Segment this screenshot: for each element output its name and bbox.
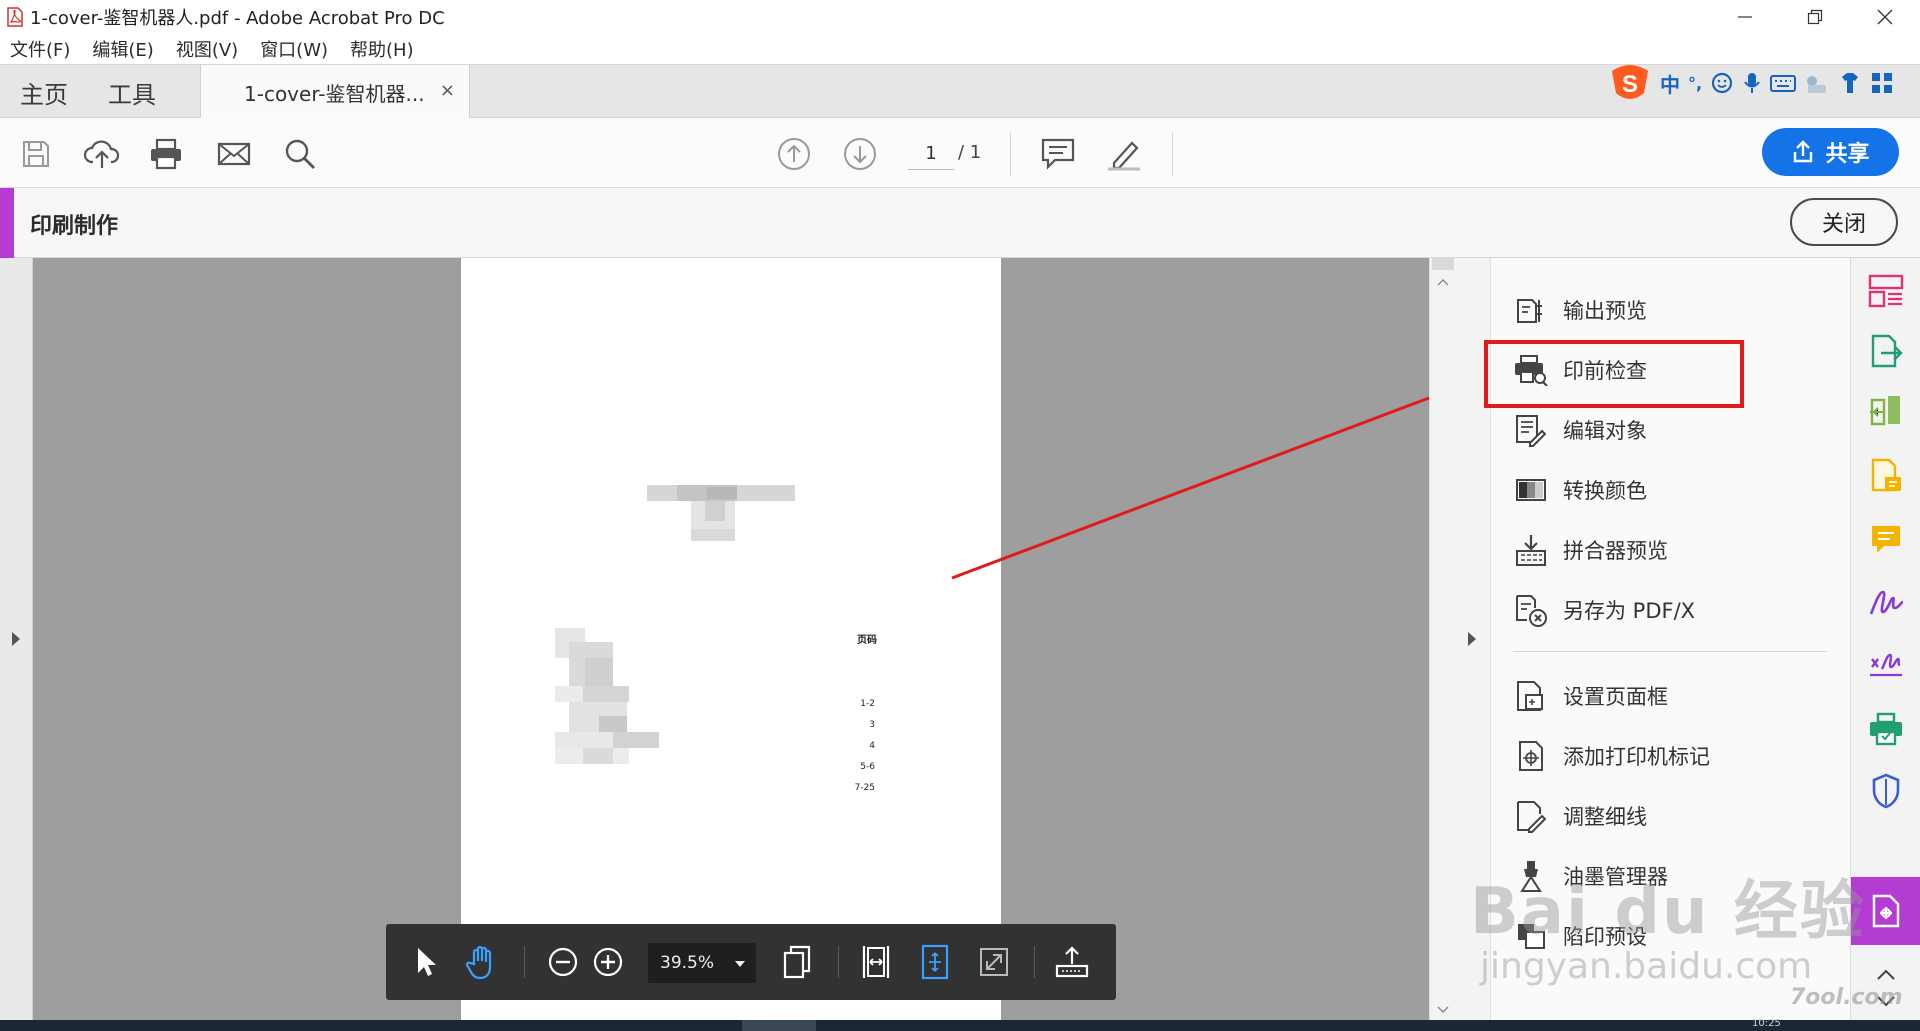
os-taskbar: 10:25	[0, 1018, 1920, 1031]
tool-fix-hairlines[interactable]: 调整细线	[1513, 796, 1803, 836]
tool-label: 添加打印机标记	[1563, 745, 1710, 769]
upload-tray-icon	[1055, 946, 1089, 978]
rail-export-pdf[interactable]	[1865, 330, 1907, 372]
toolbar-divider	[1034, 946, 1035, 978]
output-preview-icon	[1513, 292, 1549, 328]
shield-icon	[1872, 773, 1900, 809]
tool-set-page-boxes[interactable]: 设置页面框	[1513, 676, 1803, 716]
preflight-highlight-box	[1484, 340, 1744, 408]
print-production-active-icon	[1872, 894, 1900, 928]
export-pdf-icon	[1871, 334, 1903, 368]
select-tool-button[interactable]	[406, 942, 446, 982]
hand-icon	[465, 945, 492, 980]
rail-active-print-production[interactable]	[1865, 890, 1907, 932]
toolbar-divider	[838, 946, 839, 978]
zoom-level-select[interactable]: 39.5%	[648, 943, 756, 983]
tool-flattener-preview[interactable]: 拼合器预览	[1513, 530, 1803, 570]
save-as-pdfx-icon	[1513, 592, 1549, 628]
chevron-down-icon	[735, 961, 745, 967]
comment-bubble-icon	[1872, 526, 1900, 553]
tool-label: 编辑对象	[1563, 419, 1647, 443]
tool-label: 转换颜色	[1563, 479, 1647, 503]
fit-width-button[interactable]	[856, 942, 896, 982]
fit-page-icon	[921, 944, 949, 980]
floating-view-toolbar: 39.5%	[386, 924, 1116, 1000]
tool-label: 调整细线	[1563, 805, 1647, 829]
flattener-preview-icon	[1513, 532, 1549, 568]
tool-add-printer-marks[interactable]: 添加打印机标记	[1513, 736, 1803, 776]
convert-colors-icon	[1513, 472, 1549, 508]
set-page-boxes-icon	[1513, 678, 1549, 714]
copy-pages-icon	[783, 945, 811, 979]
rail-protect[interactable]	[1865, 770, 1907, 812]
tool-label: 油墨管理器	[1563, 865, 1668, 889]
organize-pages-icon	[1868, 274, 1904, 308]
hand-tool-button[interactable]	[462, 942, 502, 982]
rail-send-for-signature[interactable]	[1865, 642, 1907, 684]
rail-comment[interactable]	[1865, 518, 1907, 560]
edit-object-icon	[1513, 412, 1549, 448]
tool-label: 另存为 PDF/X	[1563, 599, 1696, 623]
tools-divider	[1513, 651, 1827, 652]
taskbar-clock: 10:25	[1752, 1018, 1781, 1029]
vertical-scrollbar[interactable]	[1429, 258, 1455, 1020]
tool-edit-object[interactable]: 编辑对象	[1513, 410, 1803, 450]
rail-edit-pdf[interactable]	[1865, 454, 1907, 496]
toolbar-divider	[524, 946, 525, 978]
rail-print-production[interactable]	[1865, 708, 1907, 750]
tool-ink-manager[interactable]: 油墨管理器	[1513, 856, 1803, 896]
signature-pen-icon	[1869, 590, 1904, 615]
scroll-down-icon[interactable]	[1437, 1006, 1449, 1014]
edit-pdf-icon	[1871, 458, 1901, 492]
tool-label: 陷印预设	[1563, 925, 1647, 949]
zoom-in-icon	[593, 947, 623, 977]
arrow-cursor-icon	[418, 948, 436, 976]
fix-hairlines-icon	[1513, 798, 1549, 834]
fit-page-button[interactable]	[915, 942, 955, 982]
share-link-button[interactable]	[1052, 942, 1092, 982]
tool-label: 设置页面框	[1563, 685, 1668, 709]
tool-trap-presets[interactable]: 陷印预设	[1513, 916, 1803, 956]
send-signature-icon	[1870, 653, 1902, 677]
zoom-out-icon	[548, 947, 578, 977]
fit-width-icon	[862, 946, 890, 978]
tool-label: 拼合器预览	[1563, 539, 1668, 563]
zoom-in-button[interactable]	[588, 942, 628, 982]
tool-save-as-pdfx[interactable]: 另存为 PDF/X	[1513, 590, 1803, 630]
zoom-level-value: 39.5%	[660, 953, 715, 973]
taskbar-active-app[interactable]	[742, 1020, 816, 1031]
zoom-out-button[interactable]	[543, 942, 583, 982]
tool-output-preview[interactable]: 输出预览	[1513, 290, 1803, 330]
expand-icon	[980, 948, 1008, 976]
print-production-icon	[1870, 712, 1902, 746]
full-screen-button[interactable]	[974, 942, 1014, 982]
rail-fill-sign[interactable]	[1865, 580, 1907, 622]
scroll-up-icon[interactable]	[1437, 278, 1449, 286]
right-tool-rail	[1850, 258, 1920, 1020]
tool-label: 输出预览	[1563, 299, 1647, 323]
page-display-button[interactable]	[778, 942, 818, 982]
add-printer-marks-icon	[1513, 738, 1549, 774]
compare-files-icon	[1870, 396, 1900, 426]
scrollbar-thumb[interactable]	[1432, 258, 1454, 270]
rail-create-pdf[interactable]	[1865, 390, 1907, 432]
ink-manager-icon	[1513, 858, 1549, 894]
corner-watermark: 7ool.com	[1790, 985, 1903, 1010]
collapse-right-pane-icon[interactable]	[1466, 630, 1478, 648]
trap-presets-icon	[1513, 918, 1549, 954]
tool-convert-colors[interactable]: 转换颜色	[1513, 470, 1803, 510]
acrobat-window: 1-cover-鉴智机器人.pdf - Adobe Acrobat Pro DC…	[0, 0, 1920, 1031]
rail-organize-pages[interactable]	[1865, 270, 1907, 312]
